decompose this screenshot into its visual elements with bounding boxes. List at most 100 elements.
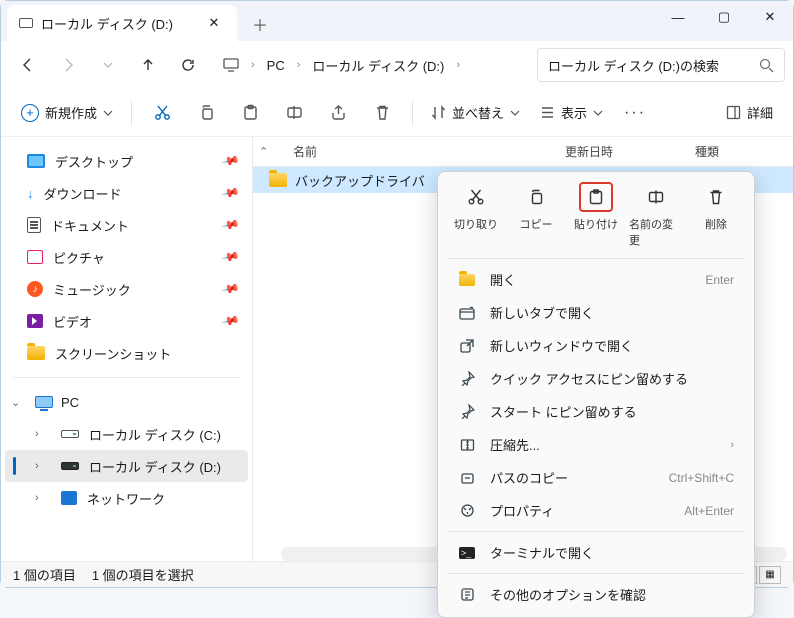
sidebar-label: ピクチャ [53,248,105,267]
copy-path-icon [458,470,476,485]
navbar: › PC › ローカル ディスク (D:) › ローカル ディスク (D:)の検… [1,41,793,89]
terminal-icon: >_ [458,547,476,559]
sort-button[interactable]: 並べ替え [423,95,528,131]
view-button[interactable]: 表示 [532,95,611,131]
tab-close-button[interactable]: ✕ [203,12,225,34]
chevron-right-icon: › [730,439,734,451]
chevron-right-icon[interactable]: › [452,59,464,71]
minimize-button[interactable]: — [655,1,701,33]
up-button[interactable] [129,47,167,83]
ctx-rename[interactable]: 名前の変更 [629,182,683,248]
titlebar: ローカル ディスク (D:) ✕ ＋ — ▢ ✕ [1,1,793,41]
crumb-drive[interactable]: ローカル ディスク (D:) [304,48,452,82]
sidebar-label: ネットワーク [87,489,165,508]
tab-active[interactable]: ローカル ディスク (D:) ✕ [7,5,237,41]
sidebar-item-network[interactable]: ›ネットワーク [5,482,248,514]
sidebar-item-pictures[interactable]: ピクチャ📌 [5,241,248,273]
sidebar-item-disk-d[interactable]: ›ローカル ディスク (D:) [5,450,248,482]
crumb-pc[interactable]: PC [259,48,293,82]
forward-button[interactable] [49,47,87,83]
details-label: 詳細 [747,103,773,122]
context-menu: 切り取り コピー 貼り付け 名前の変更 削除 開くEnter 新しいタブで開く … [437,171,755,618]
sidebar-item-disk-c[interactable]: ›ローカル ディスク (C:) [5,418,248,450]
paste-icon [579,182,613,212]
ctx-paste[interactable]: 貼り付け [569,182,623,248]
column-type[interactable]: 種類 [683,143,731,160]
delete-button[interactable] [362,95,402,131]
sidebar-item-documents[interactable]: ドキュメント📌 [5,209,248,241]
pin-icon: 📌 [221,215,241,235]
separator [448,573,744,574]
pin-icon: 📌 [221,279,241,299]
sidebar-label: ミュージック [53,280,131,299]
more-button[interactable]: ··· [615,95,655,131]
ctx-compress[interactable]: 圧縮先...› [442,428,750,461]
chevron-up-icon[interactable]: ⌃ [259,145,268,158]
ctx-properties[interactable]: プロパティAlt+Enter [442,494,750,527]
sidebar-group-pc[interactable]: ⌄PC [1,386,252,418]
sidebar-item-desktop[interactable]: デスクトップ📌 [5,145,248,177]
search-input[interactable]: ローカル ディスク (D:)の検索 [537,48,785,82]
refresh-button[interactable] [169,47,207,83]
address-bar[interactable]: › PC › ローカル ディスク (D:) › [215,48,529,82]
picture-icon [27,250,43,264]
sidebar-item-videos[interactable]: ビデオ📌 [5,305,248,337]
rename-button[interactable] [274,95,314,131]
sidebar-label: ダウンロード [44,184,122,203]
share-button[interactable] [318,95,358,131]
column-name[interactable]: 名前 [281,143,553,160]
ctx-delete[interactable]: 削除 [689,182,743,248]
sidebar-label: ビデオ [53,312,92,331]
video-icon [27,314,43,328]
view-label: 表示 [561,103,587,122]
new-tab-button[interactable]: ＋ [245,9,275,39]
pc-icon[interactable] [215,48,247,82]
ctx-open-terminal[interactable]: >_ターミナルで開く [442,536,750,569]
paste-button[interactable] [230,95,270,131]
copy-button[interactable] [186,95,226,131]
details-pane-button[interactable]: 詳細 [718,95,781,131]
icons-view-button[interactable]: ▦ [759,566,781,584]
window-controls: — ▢ ✕ [655,1,793,33]
chevron-down-icon [103,108,113,118]
separator [412,101,413,125]
sidebar-item-screenshots[interactable]: スクリーンショット [5,337,248,369]
compress-icon [458,437,476,452]
ctx-more-options[interactable]: その他のオプションを確認 [442,578,750,611]
chevron-right-icon[interactable]: › [293,59,305,71]
ctx-open-new-tab[interactable]: 新しいタブで開く [442,296,750,329]
sort-label: 並べ替え [452,103,504,122]
pin-icon [458,371,476,386]
ctx-open[interactable]: 開くEnter [442,263,750,296]
sidebar-item-downloads[interactable]: ↓ダウンロード📌 [5,177,248,209]
new-button[interactable]: + 新規作成 [13,95,121,131]
sidebar-item-music[interactable]: ♪ ミュージック 📌 [5,273,248,305]
search-icon [759,58,774,73]
music-icon: ♪ [27,281,43,297]
recent-dropdown[interactable] [89,47,127,83]
chevron-right-icon[interactable]: › [247,59,259,71]
sort-icon [431,105,446,120]
file-name: バックアップドライバ [295,171,425,190]
new-window-icon [458,338,476,354]
context-quick-actions: 切り取り コピー 貼り付け 名前の変更 削除 [438,180,754,254]
cut-icon [459,182,493,212]
maximize-button[interactable]: ▢ [701,1,747,33]
ctx-pin-start[interactable]: スタート にピン留めする [442,395,750,428]
close-button[interactable]: ✕ [747,1,793,33]
chevron-down-icon [593,108,603,118]
back-button[interactable] [9,47,47,83]
ctx-open-new-window[interactable]: 新しいウィンドウで開く [442,329,750,362]
tab-title: ローカル ディスク (D:) [41,14,173,33]
cut-button[interactable] [142,95,182,131]
search-placeholder: ローカル ディスク (D:)の検索 [548,56,751,75]
ctx-copy-path[interactable]: パスのコピーCtrl+Shift+C [442,461,750,494]
ctx-cut[interactable]: 切り取り [449,182,503,248]
document-icon [27,217,41,233]
column-date[interactable]: 更新日時 [553,143,683,160]
sidebar: デスクトップ📌 ↓ダウンロード📌 ドキュメント📌 ピクチャ📌 ♪ミュージック📌 … [1,137,253,561]
ctx-pin-quick-access[interactable]: クイック アクセスにピン留めする [442,362,750,395]
ctx-copy[interactable]: コピー [509,182,563,248]
rename-icon [639,182,673,212]
sidebar-label: PC [61,395,79,410]
